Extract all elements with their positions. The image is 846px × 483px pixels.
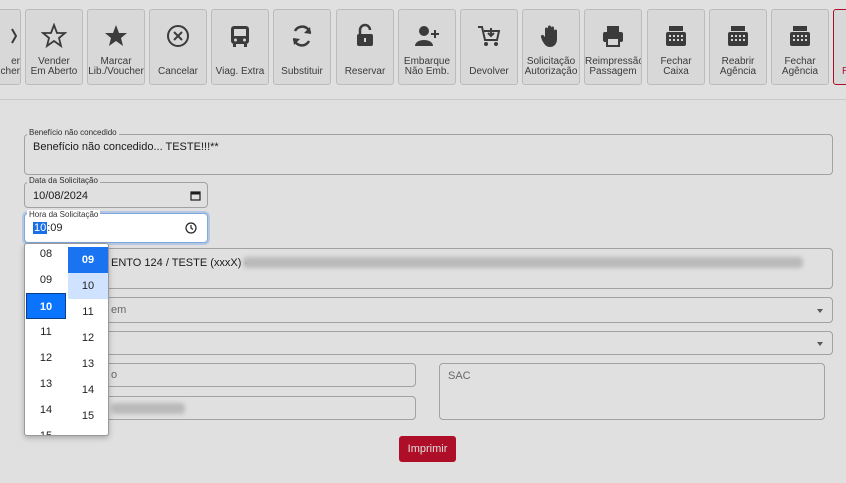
beneficio-label: Benefício não concedido [27, 128, 119, 137]
minute-option-selected[interactable]: 09 [68, 247, 108, 273]
hour-option[interactable]: 13 [26, 371, 66, 397]
sac-field[interactable]: SAC [439, 363, 825, 420]
select-field-1[interactable]: em [24, 297, 833, 323]
minute-option[interactable]: 15 [68, 403, 108, 429]
star-filled-icon [105, 25, 127, 46]
user-plus-icon [415, 26, 439, 46]
hour-option[interactable]: 15 [26, 423, 66, 435]
minute-option-hovered[interactable]: 10 [68, 273, 108, 299]
chevron-down-icon [817, 309, 823, 313]
beneficio-field[interactable]: Benefício não concedido... TESTE!!!** [24, 134, 833, 175]
select-field-2[interactable] [24, 331, 833, 355]
print-button[interactable]: Imprimir [399, 436, 456, 462]
toolbar-button-reimpressao-passagem[interactable]: Reimpressão Passagem [584, 9, 642, 85]
time-minute-segment[interactable]: :09 [47, 222, 62, 234]
toolbar-button-devolver[interactable]: Devolver [460, 9, 518, 85]
toolbar: er ucher Vender Em Aberto Marcar Lib./Vo… [0, 0, 846, 100]
minute-option[interactable]: 12 [68, 325, 108, 351]
cash-register-icon [728, 26, 748, 46]
hour-option[interactable]: 09 [26, 267, 66, 293]
calendar-icon[interactable] [190, 190, 201, 201]
toolbar-button-vender-em-aberto[interactable]: Vender Em Aberto [25, 9, 83, 85]
toolbar-button-substituir[interactable]: Substituir [273, 9, 331, 85]
toolbar-button-partial[interactable]: R [833, 9, 846, 85]
hour-option[interactable]: 11 [26, 319, 66, 345]
date-label: Data da Solicitação [27, 176, 100, 185]
toolbar-button-viag-extra[interactable]: Viag. Extra [211, 9, 269, 85]
star-outline-icon [41, 23, 67, 49]
toolbar-button-marcar-lib-voucher[interactable]: Marcar Lib./Voucher [87, 9, 145, 85]
toolbar-button-fechar-agencia[interactable]: Fechar Agência [771, 9, 829, 85]
time-label: Hora da Solicitação [27, 210, 101, 219]
clock-icon[interactable] [185, 222, 197, 234]
cancel-circle-icon [167, 25, 189, 47]
toolbar-button-embarque-nao-emb[interactable]: Embarque Não Emb. [398, 9, 456, 85]
printer-icon [603, 26, 623, 47]
toolbar-button-fechar-caixa[interactable]: Fechar Caixa [647, 9, 705, 85]
toolbar-button-cancelar[interactable]: Cancelar [149, 9, 207, 85]
cash-register-icon [666, 26, 686, 46]
toolbar-button-reabrir-agencia[interactable]: Reabrir Agência [709, 9, 767, 85]
time-picker-dropdown[interactable]: 08 09 10 11 12 13 14 15 09 10 11 12 13 1… [24, 243, 109, 436]
hour-option[interactable]: 08 [26, 244, 66, 267]
voucher-icon [10, 28, 17, 44]
toolbar-button-solicitacao-autorizacao[interactable]: Solicitação Autorização [522, 9, 580, 85]
bus-icon [231, 26, 249, 47]
viagem-field[interactable]: ENTO 124 / TESTE (xxxX) - [24, 248, 833, 289]
minutes-column[interactable]: 09 10 11 12 13 14 15 [68, 247, 108, 429]
unlock-icon [357, 23, 373, 46]
hand-icon [540, 25, 557, 47]
toolbar-button-reservar[interactable]: Reservar [336, 9, 394, 85]
toolbar-button-voucher[interactable]: er ucher [0, 9, 21, 85]
refresh-icon [292, 25, 312, 47]
blurred-text [243, 257, 803, 268]
minute-option[interactable]: 14 [68, 377, 108, 403]
chevron-down-icon [817, 342, 823, 346]
cash-register-icon [790, 26, 810, 46]
date-field[interactable]: 10/08/2024 [24, 182, 208, 208]
hour-option[interactable]: 14 [26, 397, 66, 423]
hours-column[interactable]: 08 09 10 11 12 13 14 15 [26, 244, 66, 435]
cart-download-icon [478, 26, 501, 46]
time-hour-segment[interactable]: 10 [33, 222, 48, 234]
minute-option[interactable]: 13 [68, 351, 108, 377]
hour-option-selected[interactable]: 10 [26, 293, 66, 319]
blurred-text [111, 403, 185, 414]
minute-option[interactable]: 11 [68, 299, 108, 325]
hour-option[interactable]: 12 [26, 345, 66, 371]
